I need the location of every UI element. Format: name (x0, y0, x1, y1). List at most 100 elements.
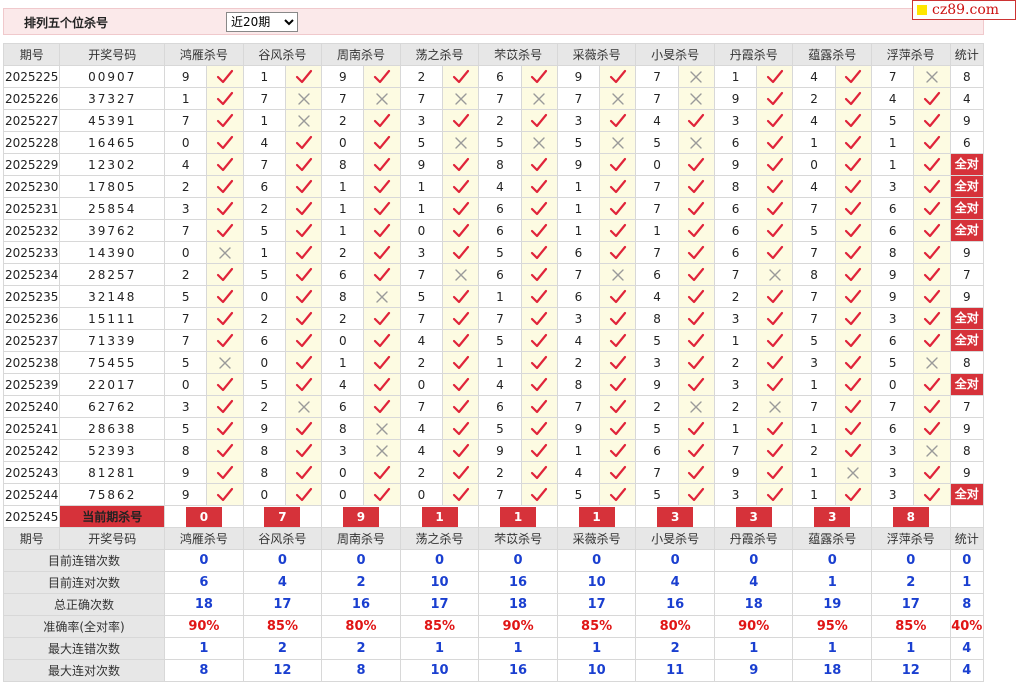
kill-number-cell: 9 (478, 439, 522, 462)
kill-number-cell: 7 (635, 87, 679, 110)
row-stat-cell: 9 (949, 461, 985, 484)
kill-number-cell: 2 (792, 87, 836, 110)
col-header-expert: 芣苡杀号 (478, 527, 558, 550)
stat-row: 准确率(全对率) 90% 85% 80% 85% 90% 85% 80% 90% 95% 85% 40… (2, 615, 985, 638)
check-icon (520, 263, 558, 286)
check-icon (442, 439, 480, 462)
check-icon (756, 285, 794, 308)
kill-number-cell: 5 (164, 351, 208, 374)
kill-number-cell: 0 (164, 131, 208, 154)
stat-row: 目前连对次数 6 4 2 10 16 10 4 4 1 2 1 (2, 571, 985, 594)
period-range-select[interactable]: 近20期 (226, 12, 298, 32)
cross-icon (913, 351, 951, 374)
draw-number-cell: 62762 (59, 395, 166, 418)
draw-number-cell: 45391 (59, 109, 166, 132)
kill-number-cell: 1 (399, 197, 444, 220)
stat-value: 85% (871, 615, 951, 638)
row-stat-cell: 全对 (949, 483, 985, 506)
kill-number-cell: 7 (164, 219, 208, 242)
cross-icon (599, 131, 637, 154)
kill-number-cell: 3 (164, 197, 208, 220)
kill-number-cell: 8 (164, 439, 208, 462)
stat-value: 4 (713, 571, 794, 594)
kill-number-cell: 0 (321, 131, 365, 154)
kill-number-cell: 0 (321, 329, 365, 352)
stat-value: 9 (713, 659, 794, 682)
stat-value: 1 (871, 637, 951, 660)
check-icon (206, 395, 244, 418)
check-icon (599, 395, 637, 418)
current-stat-cell (949, 505, 985, 528)
row-stat-cell: 全对 (949, 329, 985, 352)
kill-number-cell: 2 (556, 351, 601, 374)
check-icon (599, 197, 637, 220)
stat-value: 85% (556, 615, 637, 638)
current-kill-badge: 9 (342, 506, 379, 527)
current-kill-badge: 3 (735, 506, 772, 527)
stat-value: 2 (635, 637, 715, 660)
stat-value: 12 (242, 659, 323, 682)
check-icon (206, 461, 244, 484)
check-icon (756, 197, 794, 220)
site-logo[interactable]: cz89.com (912, 0, 1016, 20)
check-icon (756, 461, 794, 484)
kill-number-cell: 7 (635, 461, 679, 484)
check-icon (834, 197, 873, 220)
kill-number-cell: 6 (713, 219, 758, 242)
kill-number-cell: 6 (478, 263, 522, 286)
check-icon (756, 351, 794, 374)
kill-number-cell: 9 (871, 263, 915, 286)
current-kill-badge: 3 (814, 506, 851, 527)
stat-value: 18 (792, 659, 873, 682)
kill-number-cell: 2 (242, 307, 286, 330)
cross-icon (677, 87, 715, 110)
kill-number-cell: 7 (399, 87, 444, 110)
kill-number-cell: 1 (792, 483, 836, 506)
check-icon (677, 241, 715, 264)
kill-number-cell: 2 (164, 175, 208, 198)
check-icon (520, 197, 558, 220)
draw-number-cell: 37327 (59, 87, 166, 110)
check-icon (284, 241, 323, 264)
check-icon (206, 197, 244, 220)
cross-icon (284, 109, 323, 132)
check-icon (677, 329, 715, 352)
kill-number-cell: 6 (556, 241, 601, 264)
col-header-expert: 丹霞杀号 (713, 43, 794, 66)
cross-icon (834, 461, 873, 484)
kill-number-cell: 9 (164, 461, 208, 484)
table-header-row: 期号 开奖号码 鸿雁杀号 谷风杀号 周南杀号 荡之杀号 芣苡杀号 采薇杀号 小旻杀号 丹霞杀号 蕴露… (2, 527, 985, 550)
current-kill-cell: 1 (556, 505, 637, 528)
period-cell: 2025235 (2, 285, 61, 308)
kill-number-cell: 0 (399, 219, 444, 242)
stat-value: 18 (478, 593, 558, 616)
col-header-expert: 小旻杀号 (635, 43, 715, 66)
cross-icon (442, 263, 480, 286)
kill-number-cell: 1 (871, 153, 915, 176)
stat-value: 0 (399, 549, 480, 572)
check-icon (520, 241, 558, 264)
table-row: 2025237 71339 7 6 0 4 5 4 5 1 5 6 全对 (2, 329, 985, 352)
check-icon (442, 395, 480, 418)
kill-number-cell: 1 (399, 175, 444, 198)
col-header-period: 期号 (2, 527, 61, 550)
check-icon (206, 109, 244, 132)
check-icon (284, 351, 323, 374)
kill-number-cell: 3 (399, 109, 444, 132)
table-row: 2025229 12302 4 7 8 9 8 9 0 9 0 1 全对 (2, 153, 985, 176)
row-stat-cell: 9 (949, 109, 985, 132)
col-header-expert: 采薇杀号 (556, 43, 637, 66)
kill-number-cell: 8 (242, 461, 286, 484)
check-icon (677, 373, 715, 396)
stat-value: 4 (949, 637, 985, 660)
period-cell: 2025240 (2, 395, 61, 418)
kill-number-cell: 1 (713, 417, 758, 440)
table-row: 2025240 62762 3 2 6 7 6 7 2 2 7 7 7 (2, 395, 985, 418)
kill-number-cell: 4 (556, 461, 601, 484)
check-icon (520, 329, 558, 352)
kill-number-cell: 1 (713, 329, 758, 352)
check-icon (520, 285, 558, 308)
check-icon (284, 461, 323, 484)
stat-value: 16 (478, 571, 558, 594)
check-icon (284, 131, 323, 154)
